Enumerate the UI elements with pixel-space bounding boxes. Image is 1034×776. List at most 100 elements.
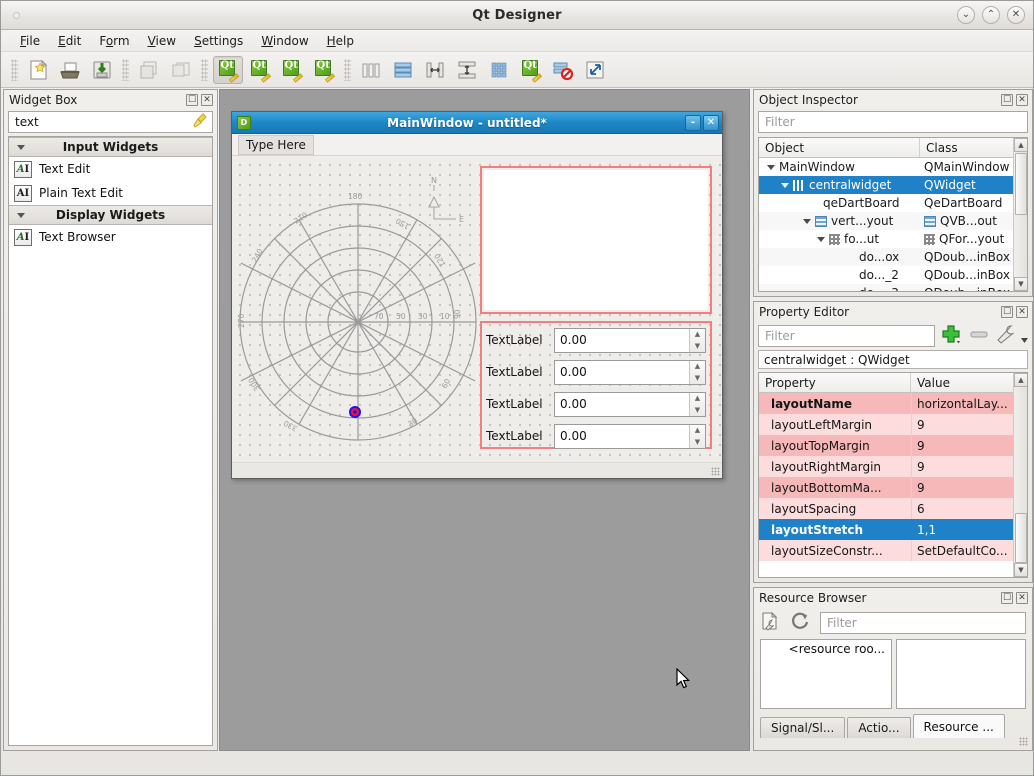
remove-property-icon[interactable] xyxy=(969,324,989,347)
menu-window[interactable]: Window xyxy=(252,31,317,51)
spinbox-buttons[interactable]: ▲ ▼ xyxy=(689,393,705,416)
spin-up-icon[interactable]: ▲ xyxy=(690,329,705,341)
property-value[interactable]: 9 xyxy=(911,414,1027,435)
open-form-icon[interactable] xyxy=(55,56,85,84)
object-inspector-float-button[interactable]: ☐ xyxy=(1001,94,1013,106)
edit-tab-order-icon[interactable] xyxy=(309,56,339,84)
double-spinbox[interactable]: 0.00 ▲ ▼ xyxy=(554,360,706,385)
spin-down-icon[interactable]: ▼ xyxy=(690,340,705,352)
form-menubar[interactable]: Type Here xyxy=(232,134,722,156)
column-header-object[interactable]: Object xyxy=(759,138,920,157)
spin-up-icon[interactable]: ▲ xyxy=(690,425,705,437)
menu-view[interactable]: View xyxy=(139,31,185,51)
scroll-thumb[interactable] xyxy=(1015,153,1027,215)
spin-down-icon[interactable]: ▼ xyxy=(690,404,705,416)
table-row[interactable]: layoutTopMargin 9 xyxy=(759,435,1027,456)
menu-file[interactable]: FFileile xyxy=(11,31,49,51)
table-row[interactable]: layoutSizeConstr... SetDefaultCo... xyxy=(759,540,1027,561)
spinbox-buttons[interactable]: ▲ ▼ xyxy=(689,361,705,384)
vertical-layout-selection[interactable] xyxy=(480,166,712,314)
property-value[interactable]: SetDefaultCo... xyxy=(911,540,1027,561)
widget-box-filter-input[interactable]: text xyxy=(8,111,213,133)
double-spinbox[interactable]: 0.00 ▲ ▼ xyxy=(554,392,706,417)
property-value[interactable]: horizontalLay... xyxy=(911,393,1027,414)
tab-resource-browser[interactable]: Resource ... xyxy=(913,714,1005,738)
save-form-icon[interactable] xyxy=(87,56,117,84)
spinbox-buttons[interactable]: ▲ ▼ xyxy=(689,329,705,352)
table-row[interactable]: layoutRightMargin 9 xyxy=(759,456,1027,477)
spinbox-buttons[interactable]: ▲ ▼ xyxy=(689,425,705,448)
property-value[interactable]: 9 xyxy=(911,435,1027,456)
scroll-down-icon[interactable]: ▼ xyxy=(1014,563,1028,577)
table-row[interactable]: layoutBottomMa... 9 xyxy=(759,477,1027,498)
configure-icon[interactable] xyxy=(995,324,1028,347)
break-layout-icon[interactable] xyxy=(548,56,578,84)
table-row[interactable]: do...ox QDoub...inBox xyxy=(759,248,1027,266)
table-row[interactable]: MainWindow QMainWindow xyxy=(759,158,1027,176)
resource-tree[interactable]: <resource roo... xyxy=(760,639,892,709)
expander-icon[interactable] xyxy=(803,219,811,224)
table-row[interactable]: layoutSpacing 6 xyxy=(759,498,1027,519)
widget-box-category-display-widgets[interactable]: Display Widgets xyxy=(9,205,212,225)
table-row[interactable]: do..._2 QDoub...inBox xyxy=(759,266,1027,284)
mdi-workspace[interactable]: D MainWindow - untitled* - ✕ Type Here xyxy=(219,89,750,751)
property-editor-scrollbar[interactable]: ▲ ▼ xyxy=(1013,373,1027,577)
expander-icon[interactable] xyxy=(817,237,825,242)
reload-icon[interactable] xyxy=(790,611,810,634)
scroll-up-icon[interactable]: ▲ xyxy=(1014,138,1028,152)
table-row[interactable]: layoutStretch 1,1 xyxy=(759,519,1027,540)
column-header-class[interactable]: Class xyxy=(920,138,1027,157)
property-editor-filter-input[interactable]: Filter xyxy=(758,325,935,347)
table-row[interactable]: vert...yout QVB...out xyxy=(759,212,1027,230)
menu-settings[interactable]: Settings xyxy=(185,31,252,51)
undo-icon[interactable] xyxy=(134,56,164,84)
property-value[interactable]: 9 xyxy=(911,477,1027,498)
menu-help[interactable]: Help xyxy=(318,31,363,51)
widget-box-item-text-browser[interactable]: AI Text Browser xyxy=(9,225,212,249)
toolbar-grip-2[interactable] xyxy=(122,59,129,81)
table-row[interactable]: layoutName horizontalLay... xyxy=(759,393,1027,414)
toolbar-grip[interactable] xyxy=(11,59,18,81)
edit-signals-slots-icon[interactable] xyxy=(245,56,275,84)
new-form-icon[interactable] xyxy=(23,56,53,84)
tab-action-editor[interactable]: Actio... xyxy=(847,717,910,738)
widget-box-category-input-widgets[interactable]: Input Widgets xyxy=(9,137,212,157)
form-menu-type-here[interactable]: Type Here xyxy=(238,135,314,155)
column-header-value[interactable]: Value xyxy=(911,373,1027,392)
scroll-up-icon[interactable]: ▲ xyxy=(1014,373,1028,387)
resource-browser-close-button[interactable]: ✕ xyxy=(1016,592,1028,604)
property-value[interactable]: 1,1 xyxy=(911,519,1027,540)
widget-box-item-text-edit[interactable]: AI Text Edit xyxy=(9,157,212,181)
row-label[interactable]: TextLabel xyxy=(486,429,554,443)
close-button[interactable]: ✕ xyxy=(1007,6,1025,24)
property-editor-float-button[interactable]: ☐ xyxy=(1001,306,1013,318)
resource-preview-pane[interactable] xyxy=(896,639,1026,709)
column-header-property[interactable]: Property xyxy=(759,373,911,392)
resource-root-item[interactable]: <resource roo... xyxy=(761,642,891,656)
toolbar-grip-3[interactable] xyxy=(201,59,208,81)
edit-widgets-icon[interactable] xyxy=(213,56,243,84)
form-window[interactable]: D MainWindow - untitled* - ✕ Type Here xyxy=(231,111,723,479)
form-minimize-button[interactable]: - xyxy=(685,115,701,131)
object-inspector-filter-input[interactable]: Filter xyxy=(758,111,1028,133)
tab-signal-slot-editor[interactable]: Signal/Sl... xyxy=(760,717,845,738)
layout-splitter-vertical-icon[interactable] xyxy=(452,56,482,84)
spin-up-icon[interactable]: ▲ xyxy=(690,361,705,373)
property-value[interactable]: 6 xyxy=(911,498,1027,519)
object-inspector-tree[interactable]: Object Class MainWindow QMainWindow cent… xyxy=(758,137,1028,292)
double-spinbox[interactable]: 0.00 ▲ ▼ xyxy=(554,424,706,449)
table-row[interactable]: layoutLeftMargin 9 xyxy=(759,414,1027,435)
double-spinbox[interactable]: 0.00 ▲ ▼ xyxy=(554,328,706,353)
row-label[interactable]: TextLabel xyxy=(486,365,554,379)
property-value[interactable]: 9 xyxy=(911,456,1027,477)
layout-splitter-horizontal-icon[interactable] xyxy=(420,56,450,84)
object-inspector-close-button[interactable]: ✕ xyxy=(1016,94,1028,106)
resource-browser-float-button[interactable]: ☐ xyxy=(1001,592,1013,604)
expander-icon[interactable] xyxy=(781,183,789,188)
widget-box-float-button[interactable]: ☐ xyxy=(186,94,198,106)
toolbar-grip-4[interactable] xyxy=(344,59,351,81)
form-resize-grip[interactable] xyxy=(711,467,720,476)
spin-down-icon[interactable]: ▼ xyxy=(690,372,705,384)
scroll-thumb[interactable] xyxy=(1015,513,1027,563)
resource-browser-filter-input[interactable]: Filter xyxy=(820,612,1026,634)
